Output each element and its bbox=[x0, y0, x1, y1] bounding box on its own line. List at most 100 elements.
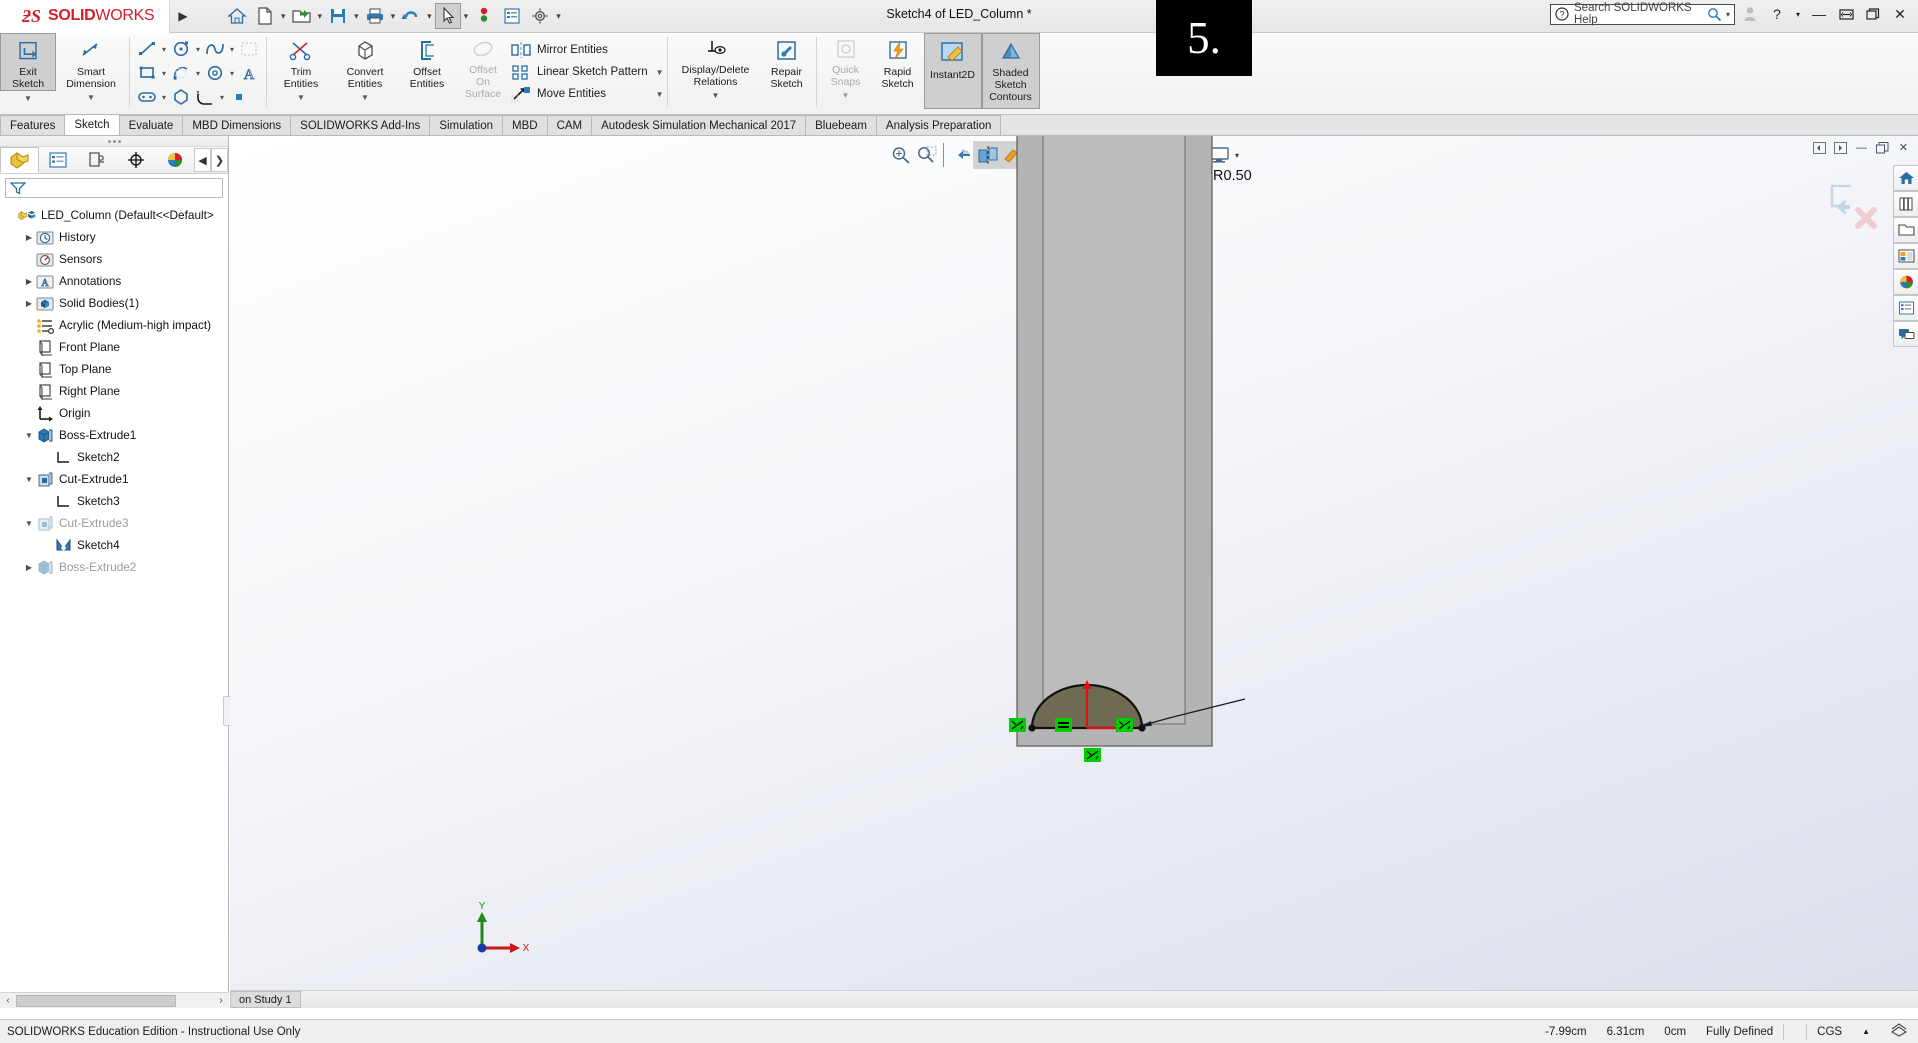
help-caret[interactable]: ▾ bbox=[1792, 3, 1804, 25]
open-document-caret[interactable]: ▾ bbox=[318, 11, 323, 22]
move-entities-button[interactable]: Move Entities bbox=[510, 83, 654, 105]
slot-tool-icon[interactable] bbox=[135, 86, 159, 108]
appearances-scenes-icon[interactable] bbox=[1893, 269, 1918, 295]
doc-prev-button[interactable] bbox=[1811, 140, 1828, 155]
tree-expand-toggle[interactable]: ▼ bbox=[22, 431, 36, 440]
tree-item-solid-bodies-1[interactable]: ▶ Solid Bodies(1) bbox=[0, 292, 228, 314]
cancel-sketch-icon[interactable] bbox=[1855, 207, 1877, 229]
line-tool-icon[interactable] bbox=[135, 38, 159, 60]
tab-evaluate[interactable]: Evaluate bbox=[118, 115, 184, 135]
smart-dimension-caret[interactable]: ▼ bbox=[56, 90, 126, 102]
custom-properties-icon[interactable] bbox=[1893, 295, 1918, 321]
tree-item-right-plane[interactable]: Right Plane bbox=[0, 380, 228, 402]
scroll-right-arrow[interactable]: › bbox=[213, 995, 229, 1006]
ellipse-tool-caret[interactable]: ▾ bbox=[227, 69, 237, 78]
home-icon[interactable] bbox=[224, 3, 250, 29]
tree-item-boss-extrude2[interactable]: ▶ Boss-Extrude2 bbox=[0, 556, 228, 578]
relation-glyph-right[interactable] bbox=[1116, 718, 1133, 732]
circle-tool-icon[interactable] bbox=[169, 38, 193, 60]
offset-entities-button[interactable]: Offset Entities bbox=[398, 33, 456, 90]
relation-glyph-left[interactable] bbox=[1009, 718, 1026, 732]
tree-expand-toggle[interactable]: ▼ bbox=[22, 475, 36, 484]
tab-mbd-dimensions[interactable]: MBD Dimensions bbox=[182, 115, 292, 135]
line-tool-caret[interactable]: ▾ bbox=[159, 45, 169, 54]
new-document-icon[interactable] bbox=[252, 3, 278, 29]
tree-item-sensors[interactable]: Sensors bbox=[0, 248, 228, 270]
linear-pattern-caret[interactable]: ▼ bbox=[656, 68, 664, 77]
repair-sketch-button[interactable]: Repair Sketch bbox=[761, 33, 813, 90]
feature-manager-tab[interactable] bbox=[0, 147, 39, 173]
tab-mbd[interactable]: MBD bbox=[502, 115, 548, 135]
doc-close-button[interactable]: ✕ bbox=[1895, 140, 1912, 155]
status-units-caret[interactable]: ▲ bbox=[1852, 1027, 1880, 1036]
print-icon[interactable] bbox=[362, 3, 388, 29]
save-caret[interactable]: ▾ bbox=[354, 11, 359, 22]
help-icon[interactable]: ? bbox=[1765, 3, 1789, 25]
tree-expand-toggle[interactable]: ▶ bbox=[22, 233, 36, 242]
tree-expand-toggle[interactable]: ▼ bbox=[22, 519, 36, 528]
menu-expand-arrow[interactable]: ▶ bbox=[170, 9, 196, 23]
smart-dimension-button[interactable]: Smart Dimension bbox=[56, 33, 126, 90]
scroll-left-arrow[interactable]: ‹ bbox=[0, 995, 16, 1006]
polygon-tool-icon[interactable] bbox=[169, 86, 193, 108]
endpoint-left[interactable] bbox=[1028, 724, 1036, 732]
circle-tool-caret[interactable]: ▾ bbox=[193, 45, 203, 54]
close-window-button[interactable]: ✕ bbox=[1888, 3, 1912, 25]
panel-prev-button[interactable]: ◀ bbox=[194, 148, 212, 172]
user-account-icon[interactable] bbox=[1738, 3, 1762, 25]
trim-entities-button[interactable]: Trim Entities bbox=[270, 33, 332, 90]
trim-caret[interactable]: ▼ bbox=[270, 90, 332, 102]
fillet-tool-icon[interactable] bbox=[193, 86, 217, 108]
undo-icon[interactable] bbox=[398, 3, 424, 29]
display-delete-relations-button[interactable]: Display/Delete Relations bbox=[671, 33, 761, 88]
move-entities-caret[interactable]: ▼ bbox=[656, 90, 664, 99]
tree-expand-toggle[interactable]: ▶ bbox=[22, 563, 36, 572]
convert-caret[interactable]: ▼ bbox=[332, 90, 398, 102]
tree-item-led-column-default-default[interactable]: LED_Column (Default<<Default> bbox=[0, 204, 228, 226]
rectangle-tool-icon[interactable] bbox=[135, 62, 159, 84]
tree-item-boss-extrude1[interactable]: ▼ Boss-Extrude1 bbox=[0, 424, 228, 446]
tab-features[interactable]: Features bbox=[0, 115, 66, 135]
graphics-area[interactable]: — ✕ ▾ R0.50 Y X on Study 1 bbox=[230, 136, 1918, 1008]
file-explorer-icon[interactable] bbox=[1893, 217, 1918, 243]
arc-tool-caret[interactable]: ▾ bbox=[193, 69, 203, 78]
new-document-caret[interactable]: ▾ bbox=[281, 11, 286, 22]
design-library-icon[interactable] bbox=[1893, 191, 1918, 217]
select-cursor-icon[interactable] bbox=[434, 3, 461, 29]
tab-autodesk-simulation-mechanical-2017[interactable]: Autodesk Simulation Mechanical 2017 bbox=[591, 115, 807, 135]
doc-minimize-button[interactable]: — bbox=[1853, 140, 1870, 155]
doc-restore-button[interactable] bbox=[1874, 140, 1891, 155]
print-caret[interactable]: ▾ bbox=[391, 11, 396, 22]
point-tool-icon[interactable] bbox=[227, 86, 251, 108]
solidworks-resources-icon[interactable] bbox=[1893, 165, 1918, 191]
tree-item-front-plane[interactable]: Front Plane bbox=[0, 336, 228, 358]
view-palette-icon[interactable] bbox=[1893, 243, 1918, 269]
maximize-window-button[interactable] bbox=[1861, 3, 1885, 25]
study-tab[interactable]: on Study 1 bbox=[230, 991, 301, 1008]
undo-caret[interactable]: ▾ bbox=[427, 11, 432, 22]
tab-bluebeam[interactable]: Bluebeam bbox=[805, 115, 877, 135]
open-document-icon[interactable] bbox=[289, 3, 315, 29]
tab-analysis-preparation[interactable]: Analysis Preparation bbox=[875, 115, 1002, 135]
ellipse-tool-icon[interactable] bbox=[203, 62, 227, 84]
rapid-sketch-button[interactable]: Rapid Sketch bbox=[872, 33, 924, 90]
model-view[interactable]: R0.50 bbox=[955, 136, 1255, 777]
exit-sketch-button[interactable]: Exit Sketch bbox=[0, 33, 56, 91]
configuration-manager-tab[interactable] bbox=[78, 147, 117, 173]
panel-next-button[interactable]: ❯ bbox=[211, 148, 229, 172]
rectangle-tool-caret[interactable]: ▾ bbox=[159, 69, 169, 78]
status-overlay-icon[interactable] bbox=[1880, 1023, 1918, 1040]
exit-sketch-caret[interactable]: ▼ bbox=[0, 91, 56, 103]
tab-simulation[interactable]: Simulation bbox=[429, 115, 504, 135]
select-caret[interactable]: ▾ bbox=[464, 11, 469, 22]
display-delete-caret[interactable]: ▼ bbox=[671, 88, 761, 100]
panel-drag-handle[interactable] bbox=[0, 136, 228, 147]
relation-glyph-below[interactable] bbox=[1084, 748, 1101, 762]
radius-dimension-label[interactable]: R0.50 bbox=[1213, 168, 1252, 184]
spline-tool-icon[interactable] bbox=[203, 38, 227, 60]
tree-item-sketch2[interactable]: Sketch2 bbox=[0, 446, 228, 468]
zoom-to-area-icon[interactable] bbox=[914, 142, 940, 168]
tree-item-top-plane[interactable]: Top Plane bbox=[0, 358, 228, 380]
slot-tool-caret[interactable]: ▾ bbox=[159, 93, 169, 102]
tree-item-cut-extrude1[interactable]: ▼ Cut-Extrude1 bbox=[0, 468, 228, 490]
